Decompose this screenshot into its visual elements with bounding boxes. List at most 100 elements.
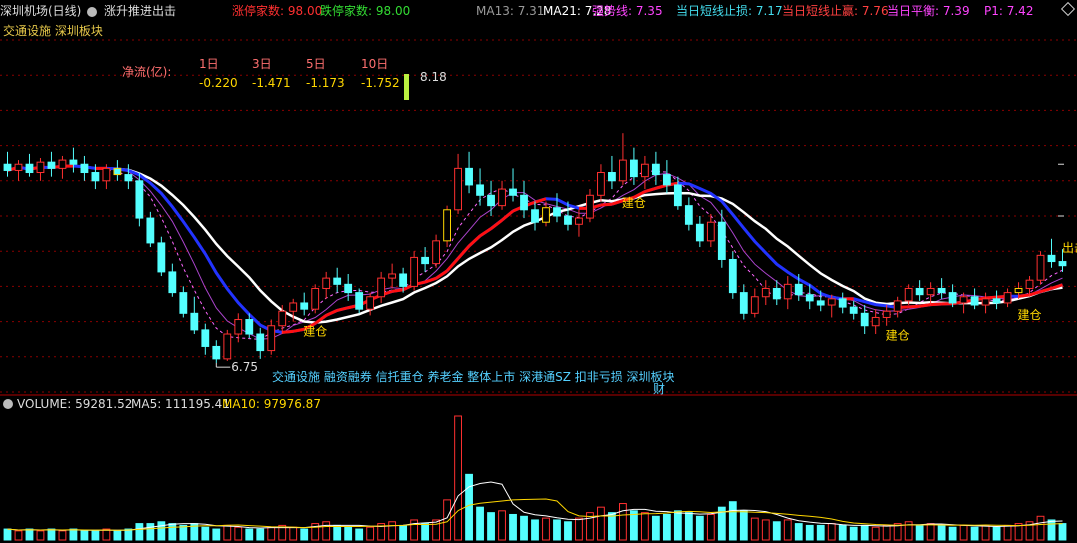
volume-bar — [662, 513, 671, 541]
volume-value: VOLUME: 59281.52 — [17, 397, 132, 411]
candle-body — [849, 306, 858, 314]
candle-body — [223, 333, 232, 360]
ma7-line — [7, 165, 1063, 340]
volume-bar — [476, 506, 484, 541]
volume-bar — [794, 523, 803, 541]
formula-name[interactable]: 涨升推进出击 — [104, 4, 176, 18]
volume-bar — [783, 519, 792, 541]
net-flow-value: -0.220 — [199, 76, 238, 90]
candle-body — [586, 194, 594, 219]
candle-body — [355, 292, 364, 310]
volume-bar — [640, 512, 649, 541]
high-marker — [404, 74, 409, 100]
candle-body — [256, 333, 265, 352]
candle-body — [234, 319, 243, 335]
candle-body — [454, 167, 462, 211]
candle-body — [344, 283, 353, 294]
candle-body — [816, 300, 825, 306]
volume-bar — [915, 524, 924, 541]
volume-bar — [91, 530, 100, 541]
ma-up-segment — [908, 304, 920, 309]
candle-body — [157, 242, 166, 273]
candle-body — [113, 167, 122, 176]
candle-body — [80, 163, 89, 174]
candle-body — [432, 240, 440, 265]
indicator-6: 当日短线止赢: 7.76 — [782, 4, 889, 18]
candle-body — [542, 207, 550, 223]
candle-body — [695, 223, 704, 242]
candle-body — [619, 159, 627, 182]
volume-bar — [58, 530, 67, 541]
ma-up-segment — [479, 227, 492, 238]
candle-body — [476, 184, 484, 196]
candle-body — [190, 312, 199, 331]
volume-bar — [882, 524, 891, 541]
candle-body — [487, 194, 495, 207]
volume-bar — [564, 521, 572, 541]
volume-bar — [3, 528, 12, 541]
sector-subtitle: 交通设施 深圳板块 — [3, 24, 103, 38]
volume-bar — [14, 530, 23, 541]
volume-bar — [575, 517, 583, 541]
volume-bar — [849, 526, 858, 541]
net-flow-value: -1.173 — [306, 76, 345, 90]
volume-bar — [805, 524, 814, 541]
volume-bar — [36, 530, 45, 541]
candle-body — [267, 325, 276, 352]
candle-body — [783, 283, 792, 300]
candle-body — [443, 209, 451, 242]
candle-body — [739, 292, 748, 314]
volume-bar — [520, 515, 528, 541]
candle-body — [1036, 254, 1045, 281]
candle-body — [937, 287, 946, 294]
indicator-0: 涨停家数: 98.00 — [232, 4, 323, 18]
candle-body — [498, 188, 506, 207]
volume-bar — [860, 524, 869, 541]
candle-body — [992, 298, 1001, 304]
concept-tags: 交通设施 融资融券 信托重仓 养老金 整体上市 深港通SZ 扣非亏损 深圳板块 — [272, 369, 675, 384]
ma-up-segment — [1040, 287, 1052, 294]
net-flow-value: -1.752 — [361, 76, 400, 90]
ma5-line — [7, 165, 1063, 340]
indicator-4: 强势线: 7.35 — [592, 4, 663, 18]
window-title-bar: 深圳机场(日线) 涨升推进出击 — [0, 3, 176, 19]
candle-body — [509, 188, 517, 196]
volume-bar — [937, 524, 946, 541]
candle-body — [948, 292, 957, 304]
candle-body — [926, 287, 935, 296]
volume-bar — [366, 526, 375, 541]
indicator-1: 跌停家数: 98.00 — [320, 4, 411, 18]
volume-bar — [256, 528, 265, 541]
volume-bar — [487, 512, 495, 541]
volume-bar — [388, 521, 397, 541]
volume-bar — [355, 528, 364, 541]
candle-body — [838, 298, 847, 308]
volume-bar — [959, 524, 968, 541]
formula-menu-icon[interactable] — [87, 6, 98, 17]
net-flow-period: 1日 — [199, 57, 219, 71]
net-flow-period: 5日 — [306, 57, 326, 71]
volume-bar — [465, 473, 473, 541]
volume-bar — [245, 528, 254, 541]
candle-body — [728, 258, 737, 294]
candle-body — [69, 159, 78, 165]
candle-body — [421, 256, 430, 265]
volume-bar — [168, 523, 177, 541]
ma-up-segment — [456, 245, 471, 260]
indicator-7: 当日平衡: 7.39 — [887, 4, 970, 18]
candle-body — [278, 310, 287, 327]
volume-bar — [212, 528, 221, 541]
high-price-label: 8.18 — [420, 70, 447, 84]
candle-body — [882, 310, 891, 318]
volume-bar — [1058, 523, 1067, 541]
indicator-2: MA13: 7.31 — [476, 4, 545, 18]
candle-body — [300, 302, 309, 310]
volume-bar — [498, 510, 506, 541]
volume-bar — [750, 517, 759, 541]
ma-up-segment — [930, 302, 942, 307]
volume-bar — [146, 523, 155, 541]
candle-body — [651, 163, 660, 176]
ma-up-segment — [919, 303, 931, 308]
candle-body — [915, 287, 924, 296]
kline-chart[interactable]: 建仓建仓建仓建仓出击6.758.18净流(亿):1日3日5日10日-0.220-… — [0, 0, 1077, 543]
